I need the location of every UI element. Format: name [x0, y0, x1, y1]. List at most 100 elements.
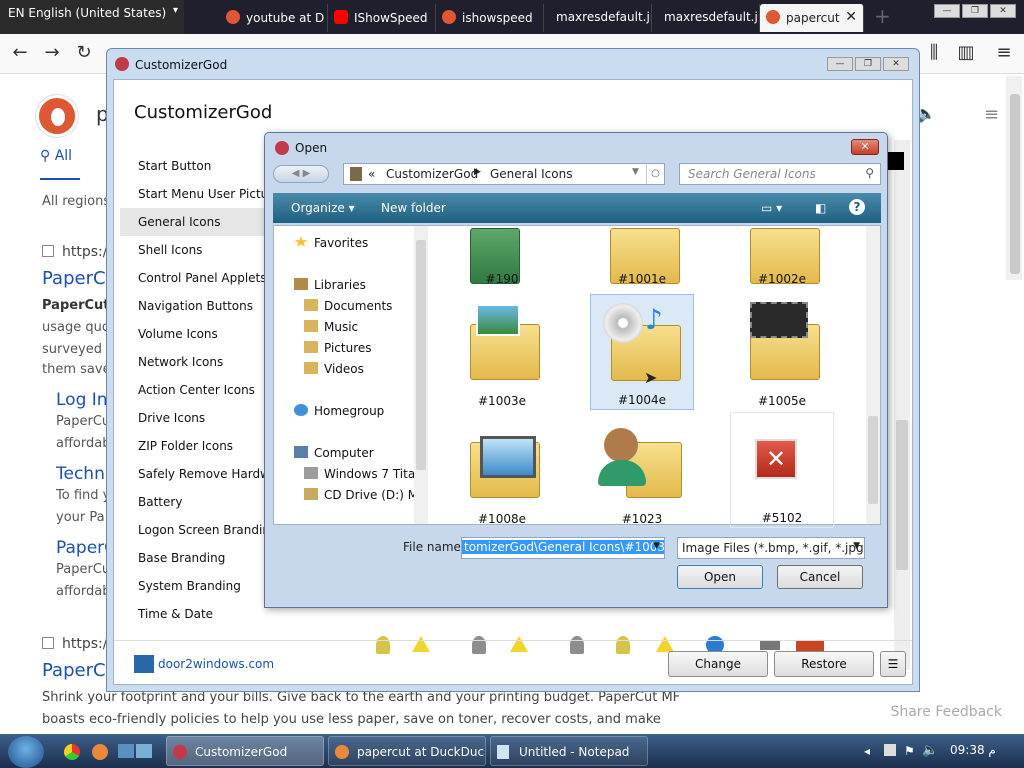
file-item-selected[interactable]: ♪ #1004e [590, 294, 694, 410]
share-feedback-button[interactable]: Share Feedback [890, 704, 1002, 720]
sidebar-icon[interactable]: ▥ [954, 42, 978, 66]
tree-scrollbar[interactable] [414, 226, 428, 524]
result-url[interactable]: https:// [42, 244, 112, 260]
nav-item[interactable]: Drive Icons [120, 404, 268, 432]
sitelink-title[interactable]: Techni [56, 464, 110, 484]
tree-favorites[interactable]: Favorites [294, 236, 368, 250]
nav-item[interactable]: Start Button [120, 152, 268, 180]
start-button[interactable] [8, 736, 44, 768]
clock[interactable]: 09:38 م [950, 743, 996, 757]
file-item[interactable]: #1003e [450, 294, 554, 410]
sitelink-title[interactable]: Log In [56, 390, 108, 410]
tree-pictures[interactable]: Pictures [304, 341, 372, 355]
nav-item[interactable]: Network Icons [120, 348, 268, 376]
restore-button[interactable]: Restore [774, 651, 874, 677]
file-name-input[interactable]: tomizerGod\General Icons\#1003e ▼ [461, 537, 665, 559]
help-icon[interactable]: ? [849, 199, 865, 215]
nav-item[interactable]: Logon Screen Branding [120, 516, 268, 544]
hamburger-icon[interactable]: ☰ [880, 651, 906, 677]
region-filter[interactable]: All regions [42, 194, 110, 209]
maximize-icon[interactable]: ❐ [855, 57, 881, 71]
nav-item[interactable]: System Branding [120, 572, 268, 600]
tree-drive-d[interactable]: CD Drive (D:) My [304, 488, 425, 502]
forward-icon[interactable]: → [40, 42, 64, 66]
network-icon[interactable] [884, 744, 896, 756]
nav-item[interactable]: Navigation Buttons [120, 292, 268, 320]
close-tab-icon[interactable]: ✕ [845, 9, 857, 25]
nav-item[interactable]: Battery [120, 488, 268, 516]
tree-music[interactable]: Music [304, 320, 358, 334]
tree-homegroup[interactable]: Homegroup [294, 404, 384, 418]
close-icon[interactable]: ✕ [851, 139, 879, 155]
file-scrollbar[interactable] [866, 226, 880, 524]
tree-computer[interactable]: Computer [294, 446, 374, 460]
browser-tab[interactable]: youtube at D [220, 4, 328, 32]
nav-item[interactable]: Volume Icons [120, 320, 268, 348]
file-type-select[interactable]: Image Files (*.bmp, *.gif, *.jpg, ▼ [677, 537, 865, 559]
result-title[interactable]: PaperC [42, 660, 106, 681]
change-button[interactable]: Change [668, 651, 768, 677]
nav-item[interactable]: ZIP Folder Icons [120, 432, 268, 460]
icon-grid-scrollbar[interactable] [894, 140, 910, 670]
minimize-icon[interactable]: — [827, 57, 853, 71]
close-icon[interactable]: ✕ [883, 57, 909, 71]
firefox-icon[interactable] [92, 744, 108, 760]
file-item[interactable]: ✕ #5102 [730, 412, 834, 528]
menu-icon[interactable]: ≡ [992, 42, 1016, 66]
chevron-down-icon[interactable]: ▼ [653, 541, 660, 551]
explorer-icon[interactable] [118, 744, 134, 758]
open-button[interactable]: Open [677, 565, 763, 589]
tree-drive-c[interactable]: Windows 7 Titan [304, 467, 423, 481]
new-tab-button[interactable]: + [874, 4, 891, 28]
maximize-icon[interactable]: ❐ [962, 4, 988, 18]
nav-item-selected[interactable]: General Icons [120, 208, 268, 236]
library-icon[interactable]: ⫼ [922, 42, 946, 66]
language-indicator[interactable]: EN English (United States) ▾ [0, 0, 184, 34]
taskbar-item-browser[interactable]: papercut at DuckDuc... [328, 736, 486, 766]
nav-item[interactable]: Control Panel Applets Side [120, 264, 268, 292]
organize-menu[interactable]: Organize ▾ [291, 201, 355, 215]
back-forward-buttons[interactable]: ◀ ▶ [273, 165, 329, 183]
browser-tab[interactable]: maxresdefault.jp [544, 4, 652, 32]
nav-item[interactable]: Time & Date [120, 600, 268, 628]
tree-videos[interactable]: Videos [304, 362, 364, 376]
minimize-icon[interactable]: — [934, 4, 960, 18]
browser-tab[interactable]: ishowspeed [436, 4, 544, 32]
tree-documents[interactable]: Documents [304, 299, 392, 313]
taskbar-item-notepad[interactable]: Untitled - Notepad [490, 736, 648, 766]
chrome-icon[interactable] [64, 744, 80, 760]
volume-icon[interactable]: 🔈 [922, 743, 938, 758]
page-menu-icon[interactable]: ≡ [984, 104, 999, 125]
duckduckgo-logo[interactable] [36, 95, 78, 137]
monitor-app-icon[interactable] [136, 744, 152, 758]
file-item[interactable]: #1008e [450, 412, 554, 528]
file-item[interactable]: #1023 [590, 412, 694, 528]
page-scrollbar-thumb[interactable] [1010, 94, 1020, 274]
door2windows-link[interactable]: door2windows.com [158, 657, 274, 671]
back-icon[interactable]: ← [8, 42, 32, 66]
taskbar-item-customizergod[interactable]: CustomizerGod [166, 736, 324, 766]
nav-item[interactable]: Action Center Icons [120, 376, 268, 404]
browser-tab[interactable]: IShowSpeed [328, 4, 436, 32]
tab-all[interactable]: ⚲ All [40, 148, 72, 164]
tree-libraries[interactable]: Libraries [294, 278, 366, 292]
browser-tab[interactable]: maxresdefault.jp [652, 4, 760, 32]
reload-icon[interactable]: ↻ [72, 42, 96, 66]
file-item[interactable]: #1001e [590, 172, 694, 288]
result-url[interactable]: https:// [42, 636, 112, 652]
file-item[interactable]: #1005e [730, 294, 834, 410]
tray-chevron-icon[interactable]: ◂ [864, 744, 870, 758]
breadcrumb-overflow[interactable]: « [368, 167, 375, 181]
nav-item[interactable]: Safely Remove Hardware [120, 460, 268, 488]
new-folder-button[interactable]: New folder [381, 201, 446, 215]
cancel-button[interactable]: Cancel [777, 565, 863, 589]
result-title[interactable]: PaperC [42, 268, 106, 289]
file-item[interactable]: #190 [450, 172, 554, 288]
browser-tab-active[interactable]: papercut ✕ [760, 4, 864, 32]
nav-item[interactable]: Shell Icons [120, 236, 268, 264]
file-item[interactable]: #1002e [730, 172, 834, 288]
flag-icon[interactable]: ⚑ [904, 744, 915, 758]
nav-item[interactable]: Start Menu User Picture F [120, 180, 268, 208]
nav-item[interactable]: Base Branding [120, 544, 268, 572]
close-icon[interactable]: ✕ [990, 4, 1016, 18]
